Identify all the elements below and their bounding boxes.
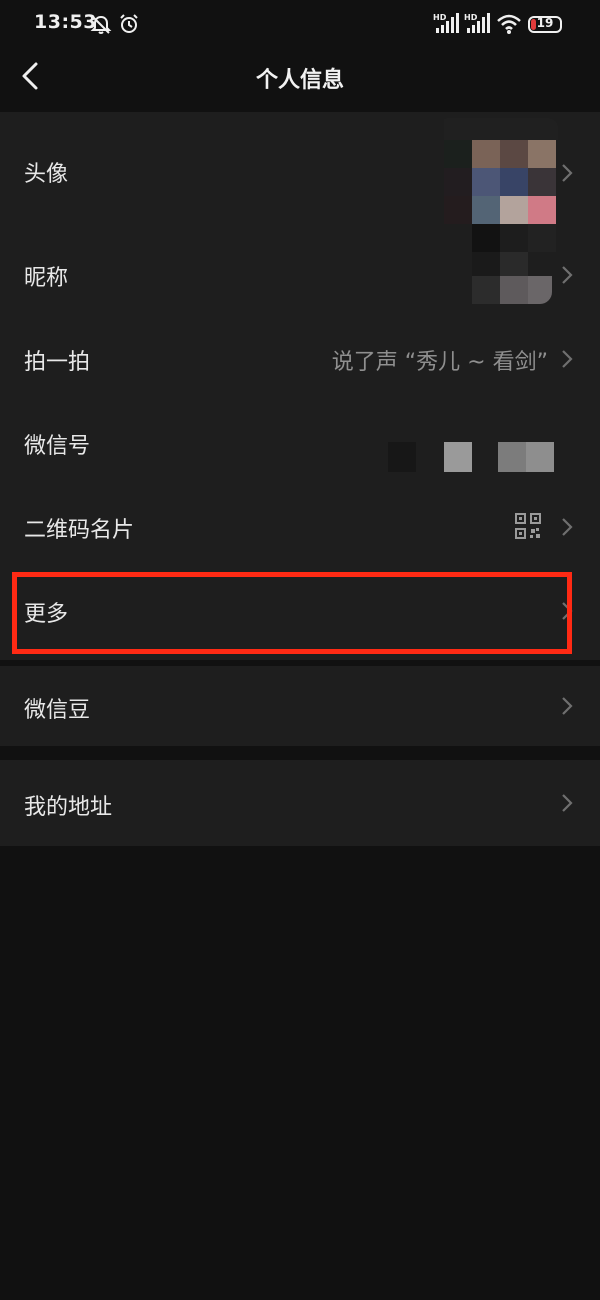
row-pat-value: 说了声 “秀儿 ~ 看剑” [331,350,548,375]
row-wechat-id-label: 微信号 [24,434,91,459]
svg-text:HD: HD [433,13,447,22]
row-my-address[interactable]: 我的地址 [0,760,600,846]
row-qr-code[interactable]: 二维码名片 [0,486,600,570]
alarm-icon [120,14,138,33]
status-time: 13:53 [34,11,97,33]
row-more[interactable]: 更多 [0,570,600,654]
signal-hd-icon: HD [433,13,459,33]
row-nickname-label: 昵称 [24,266,69,291]
svg-text:HD: HD [464,13,478,22]
row-nickname[interactable]: 昵称 [0,232,600,318]
chevron-right-icon [562,266,573,284]
row-qr-code-label: 二维码名片 [24,518,135,543]
row-pat-label: 拍一拍 [24,350,91,375]
signal-hd-icon: HD [464,13,490,33]
chevron-right-icon [562,350,573,368]
row-more-label: 更多 [24,602,69,627]
chevron-right-icon [562,697,573,715]
chevron-right-icon [562,518,573,536]
wechat-id-value [386,440,562,474]
personal-info-screen: 13:53 HD HD 19 个人信息 头像 昵称 拍一拍 说了声 “秀儿 ~ … [0,0,600,1300]
qr-code-icon [515,513,541,539]
row-my-address-label: 我的地址 [24,795,113,820]
row-wechat-beans-label: 微信豆 [24,698,91,723]
chevron-right-icon [562,164,573,182]
row-wechat-beans[interactable]: 微信豆 [0,666,600,746]
battery-icon: 19 [528,16,562,33]
status-bar: 13:53 HD HD 19 [0,0,600,50]
page-title: 个人信息 [255,68,344,93]
row-avatar-label: 头像 [24,162,69,187]
nav-bar: 个人信息 [0,50,600,108]
row-pat[interactable]: 拍一拍 说了声 “秀儿 ~ 看剑” [0,318,600,402]
battery-level: 19 [536,16,554,30]
chevron-right-icon [562,794,573,812]
mute-bell-icon [90,15,112,34]
wifi-icon [497,14,521,34]
chevron-right-icon [562,602,573,620]
